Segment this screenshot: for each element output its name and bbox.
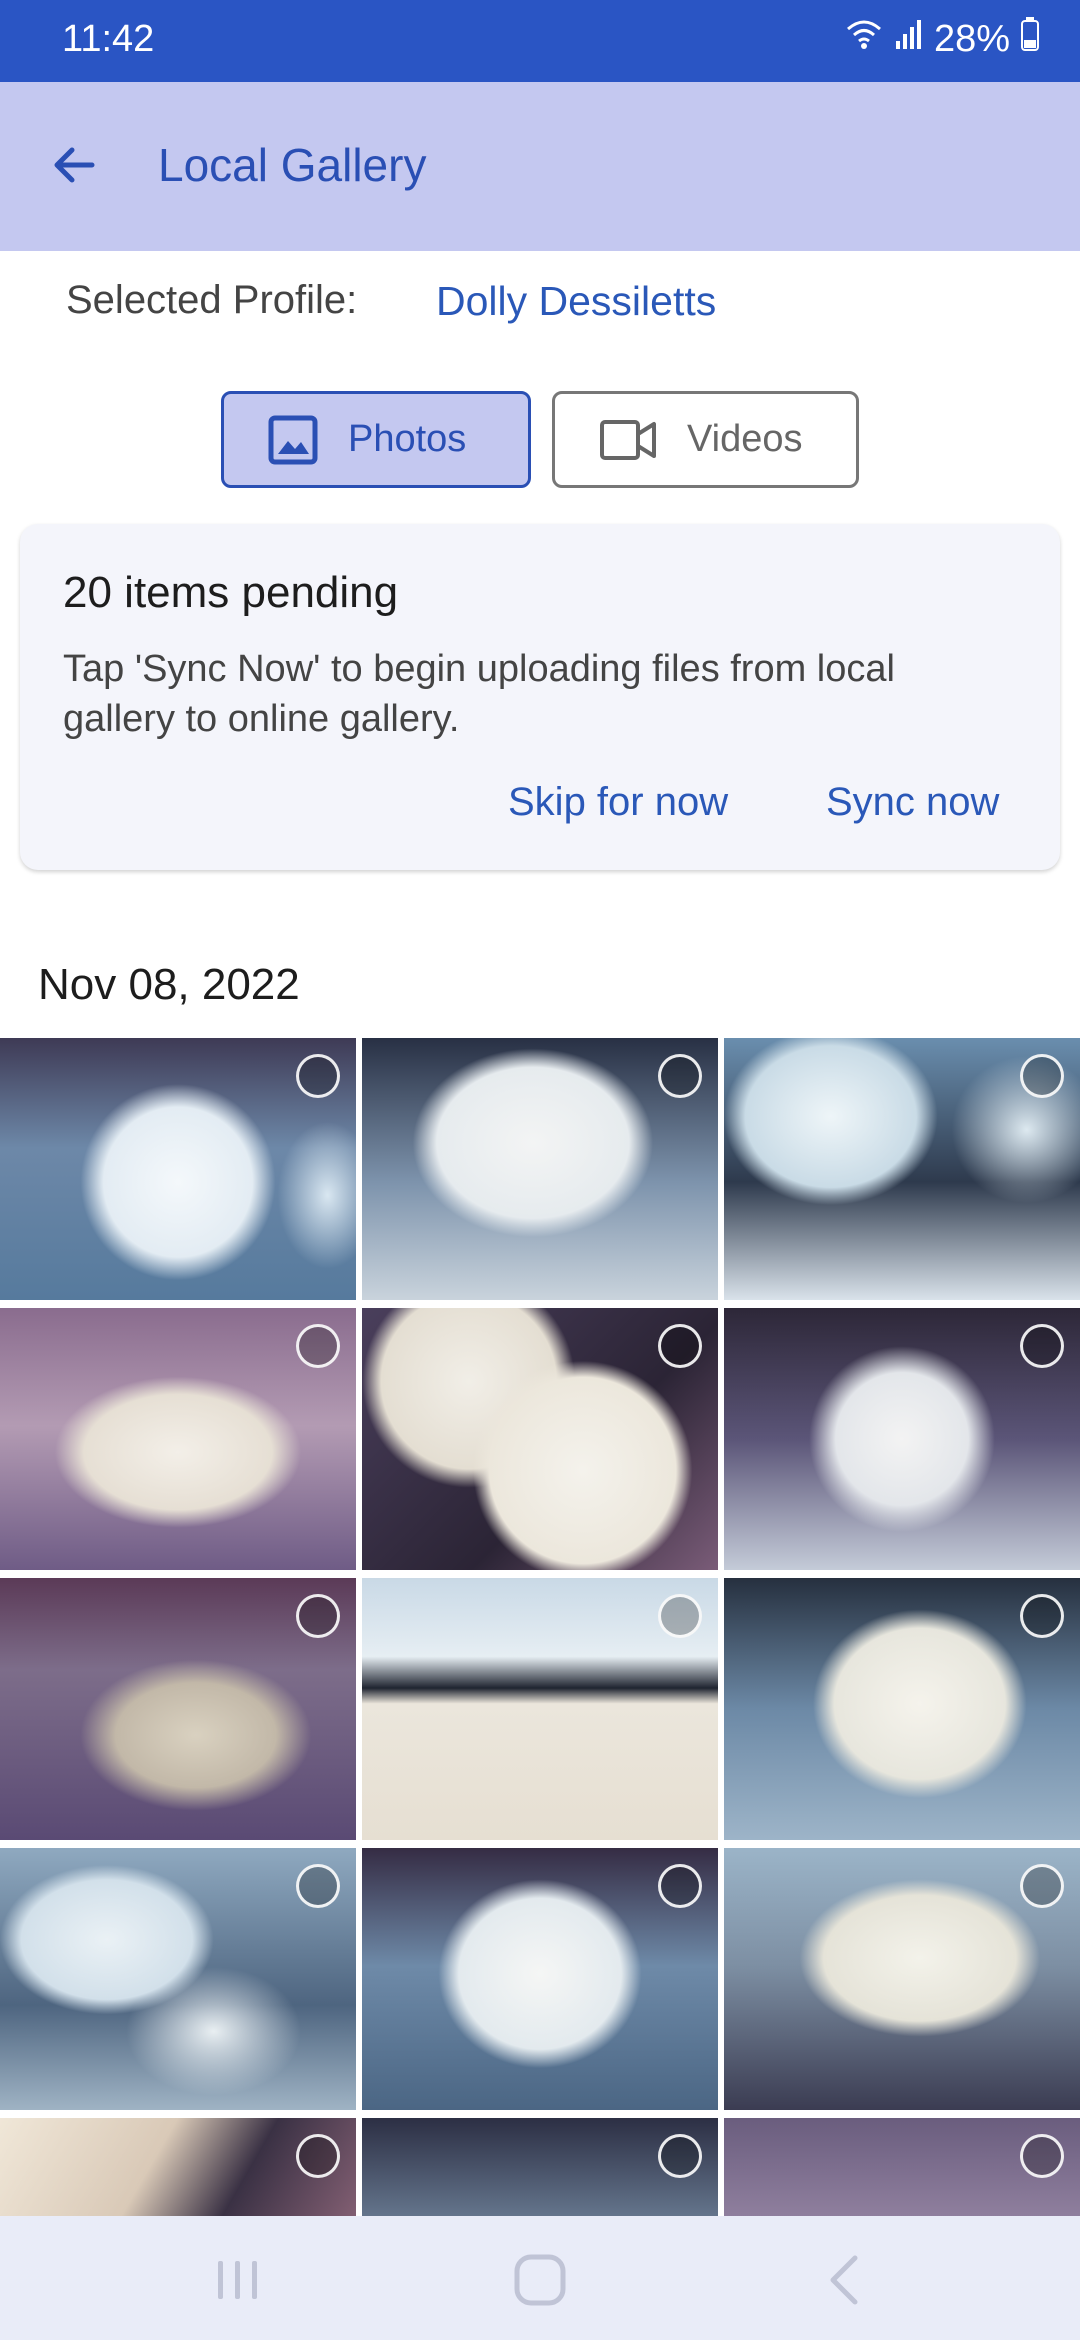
select-circle-icon[interactable] (658, 2134, 702, 2178)
profile-name-link[interactable]: Dolly Dessiletts (436, 278, 716, 325)
tab-photos[interactable]: Photos (221, 391, 531, 488)
status-time: 11:42 (62, 18, 155, 60)
battery-percent: 28% (933, 17, 1010, 60)
tab-videos[interactable]: Videos (552, 391, 859, 488)
select-circle-icon[interactable] (296, 2134, 340, 2178)
select-circle-icon[interactable] (1020, 1594, 1064, 1638)
photo-thumbnail[interactable] (724, 1578, 1080, 1840)
select-circle-icon[interactable] (658, 1594, 702, 1638)
skip-for-now-button[interactable]: Skip for now (508, 780, 728, 825)
select-circle-icon[interactable] (1020, 1054, 1064, 1098)
photo-thumbnail[interactable] (0, 1308, 356, 1570)
sync-now-button[interactable]: Sync now (826, 780, 999, 825)
battery-icon (1020, 16, 1040, 62)
back-icon[interactable] (803, 2248, 883, 2312)
select-circle-icon[interactable] (296, 1864, 340, 1908)
sync-description: Tap 'Sync Now' to begin uploading files … (63, 648, 895, 740)
photo-thumbnail[interactable] (362, 1308, 718, 1570)
select-circle-icon[interactable] (1020, 1864, 1064, 1908)
pending-count-heading: 20 items pending (63, 568, 399, 617)
photo-thumbnail[interactable] (724, 1038, 1080, 1300)
profile-label: Selected Profile: (66, 278, 358, 322)
app-bar: Local Gallery (0, 82, 1080, 251)
select-circle-icon[interactable] (658, 1324, 702, 1368)
gallery-date-header: Nov 08, 2022 (38, 960, 300, 1009)
signal-icon (894, 17, 924, 61)
status-icons: 28% (844, 16, 1040, 62)
photo-thumbnail[interactable] (0, 1578, 356, 1840)
home-icon[interactable] (500, 2248, 580, 2312)
photo-thumbnail[interactable] (0, 1848, 356, 2110)
select-circle-icon[interactable] (296, 1594, 340, 1638)
page-title: Local Gallery (158, 139, 427, 191)
photo-thumbnail[interactable] (0, 1038, 356, 1300)
photo-thumbnail[interactable] (362, 1848, 718, 2110)
photo-thumbnail[interactable] (0, 2118, 356, 2216)
select-circle-icon[interactable] (296, 1054, 340, 1098)
photo-grid (0, 1038, 1080, 2216)
select-circle-icon[interactable] (658, 1864, 702, 1908)
status-bar: 11:42 28% (0, 0, 1080, 82)
photo-thumbnail[interactable] (362, 2118, 718, 2216)
photo-thumbnail[interactable] (724, 2118, 1080, 2216)
video-camera-icon (599, 418, 657, 462)
sync-pending-card: 20 items pending Tap 'Sync Now' to begin… (20, 524, 1060, 870)
tab-videos-label: Videos (687, 418, 803, 460)
wifi-icon (844, 17, 884, 61)
select-circle-icon[interactable] (658, 1054, 702, 1098)
select-circle-icon[interactable] (1020, 2134, 1064, 2178)
image-icon (268, 415, 318, 465)
select-circle-icon[interactable] (1020, 1324, 1064, 1368)
photo-thumbnail[interactable] (724, 1848, 1080, 2110)
tab-photos-label: Photos (348, 418, 467, 460)
photo-thumbnail[interactable] (362, 1578, 718, 1840)
recents-icon[interactable] (198, 2248, 278, 2312)
back-arrow-icon[interactable] (44, 130, 104, 200)
photo-thumbnail[interactable] (724, 1308, 1080, 1570)
select-circle-icon[interactable] (296, 1324, 340, 1368)
photo-thumbnail[interactable] (362, 1038, 718, 1300)
system-navigation-bar (0, 2216, 1080, 2340)
